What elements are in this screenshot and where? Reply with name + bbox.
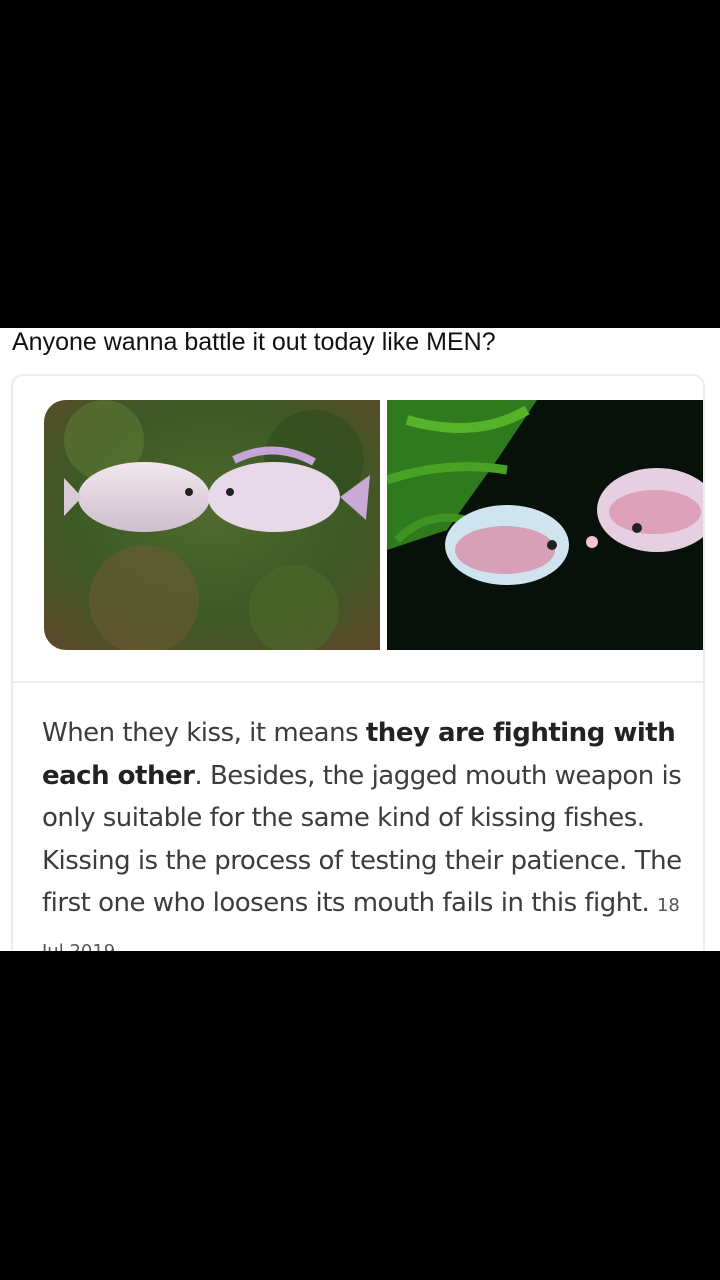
search-snippet-card[interactable]: When they kiss, it means they are fighti… bbox=[11, 374, 705, 951]
post-caption: Anyone wanna battle it out today like ME… bbox=[12, 328, 496, 356]
snippet-text: When they kiss, it means they are fighti… bbox=[42, 712, 682, 951]
kissing-fish-icon bbox=[44, 400, 380, 650]
fish-kiss-photo-right[interactable] bbox=[387, 400, 703, 650]
fish-kiss-photo-left[interactable] bbox=[44, 400, 380, 650]
snippet-text-start: When they kiss, it means bbox=[42, 718, 366, 748]
aquarium-fish-icon bbox=[387, 400, 703, 650]
card-divider bbox=[13, 681, 703, 683]
screenshot-panel: Anyone wanna battle it out today like ME… bbox=[0, 328, 720, 951]
